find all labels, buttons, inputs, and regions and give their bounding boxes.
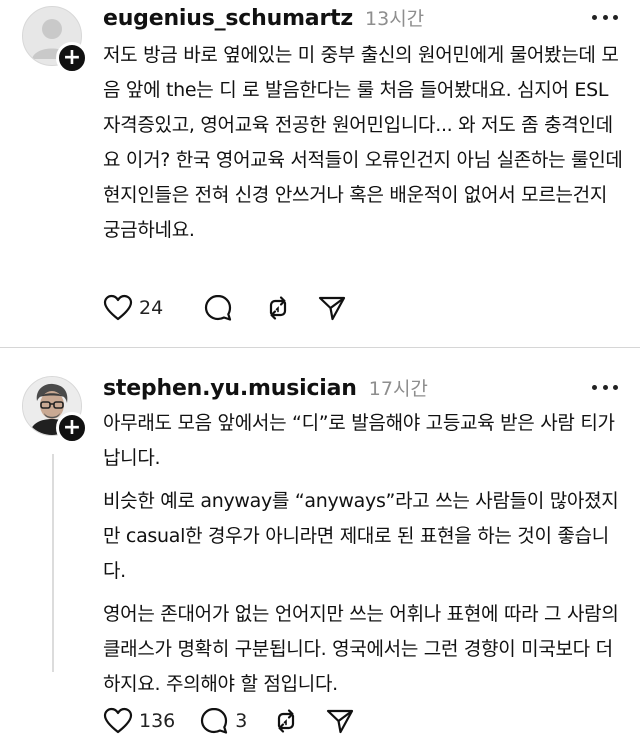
thread-post: + eugenius_schumartz 13시간 저도 방금 바로 옆에있는 … bbox=[0, 0, 640, 350]
thread-line bbox=[52, 454, 54, 672]
like-button[interactable]: 136 bbox=[103, 707, 175, 735]
post-body: 아무래도 모음 앞에서는 “디”로 발음해야 고등교육 받은 사람 티가 납니다… bbox=[103, 406, 623, 710]
follow-plus-icon[interactable]: + bbox=[56, 412, 88, 444]
send-icon bbox=[319, 296, 346, 321]
post-text: 영어는 존대어가 없는 언어지만 쓰는 어휘나 표현에 따라 그 사람의 클래스… bbox=[103, 603, 619, 695]
share-button[interactable] bbox=[325, 706, 355, 736]
send-icon bbox=[327, 709, 354, 734]
username[interactable]: stephen.yu.musician bbox=[103, 376, 357, 401]
more-icon[interactable] bbox=[592, 12, 618, 22]
comment-icon bbox=[201, 707, 228, 734]
post-text: 저도 방금 바로 옆에있는 미 중부 출신의 원어민에게 물어봤는데 모음 앞에… bbox=[103, 44, 623, 241]
timestamp: 17시간 bbox=[368, 378, 428, 400]
reply-button[interactable] bbox=[203, 293, 239, 323]
timestamp: 13시간 bbox=[365, 8, 425, 30]
post-header: stephen.yu.musician 17시간 bbox=[103, 374, 428, 408]
follow-plus-icon[interactable]: + bbox=[56, 42, 88, 74]
avatar[interactable]: + bbox=[22, 376, 88, 444]
post-body: 저도 방금 바로 옆에있는 미 중부 출신의 원어민에게 물어봤는데 모음 앞에… bbox=[103, 38, 623, 256]
post-text: 아무래도 모음 앞에서는 “디”로 발음해야 고등교육 받은 사람 티가 납니다… bbox=[103, 412, 615, 469]
repost-button[interactable] bbox=[271, 706, 301, 736]
divider bbox=[0, 347, 640, 348]
like-count: 136 bbox=[139, 710, 176, 732]
comment-icon bbox=[205, 294, 232, 321]
action-bar: 136 3 bbox=[103, 703, 379, 739]
repost-icon bbox=[278, 709, 295, 733]
reply-count: 3 bbox=[235, 710, 248, 732]
action-bar: 24 bbox=[103, 290, 371, 326]
like-count: 24 bbox=[139, 297, 164, 319]
more-icon[interactable] bbox=[592, 382, 618, 392]
post-header: eugenius_schumartz 13시간 bbox=[103, 4, 424, 38]
reply-button[interactable]: 3 bbox=[199, 706, 247, 736]
repost-icon bbox=[270, 296, 287, 320]
post-text: 비슷한 예로 anyway를 “anyways”라고 쓰는 사람들이 많아졌지만… bbox=[103, 490, 619, 582]
username[interactable]: eugenius_schumartz bbox=[103, 6, 353, 31]
heart-icon bbox=[103, 294, 133, 321]
repost-button[interactable] bbox=[263, 293, 293, 323]
like-button[interactable]: 24 bbox=[103, 294, 163, 322]
heart-icon bbox=[103, 707, 133, 734]
share-button[interactable] bbox=[317, 293, 347, 323]
avatar[interactable]: + bbox=[22, 6, 88, 74]
thread-post: + stephen.yu.musician 17시간 아무래도 모음 앞에서는 … bbox=[0, 350, 640, 742]
